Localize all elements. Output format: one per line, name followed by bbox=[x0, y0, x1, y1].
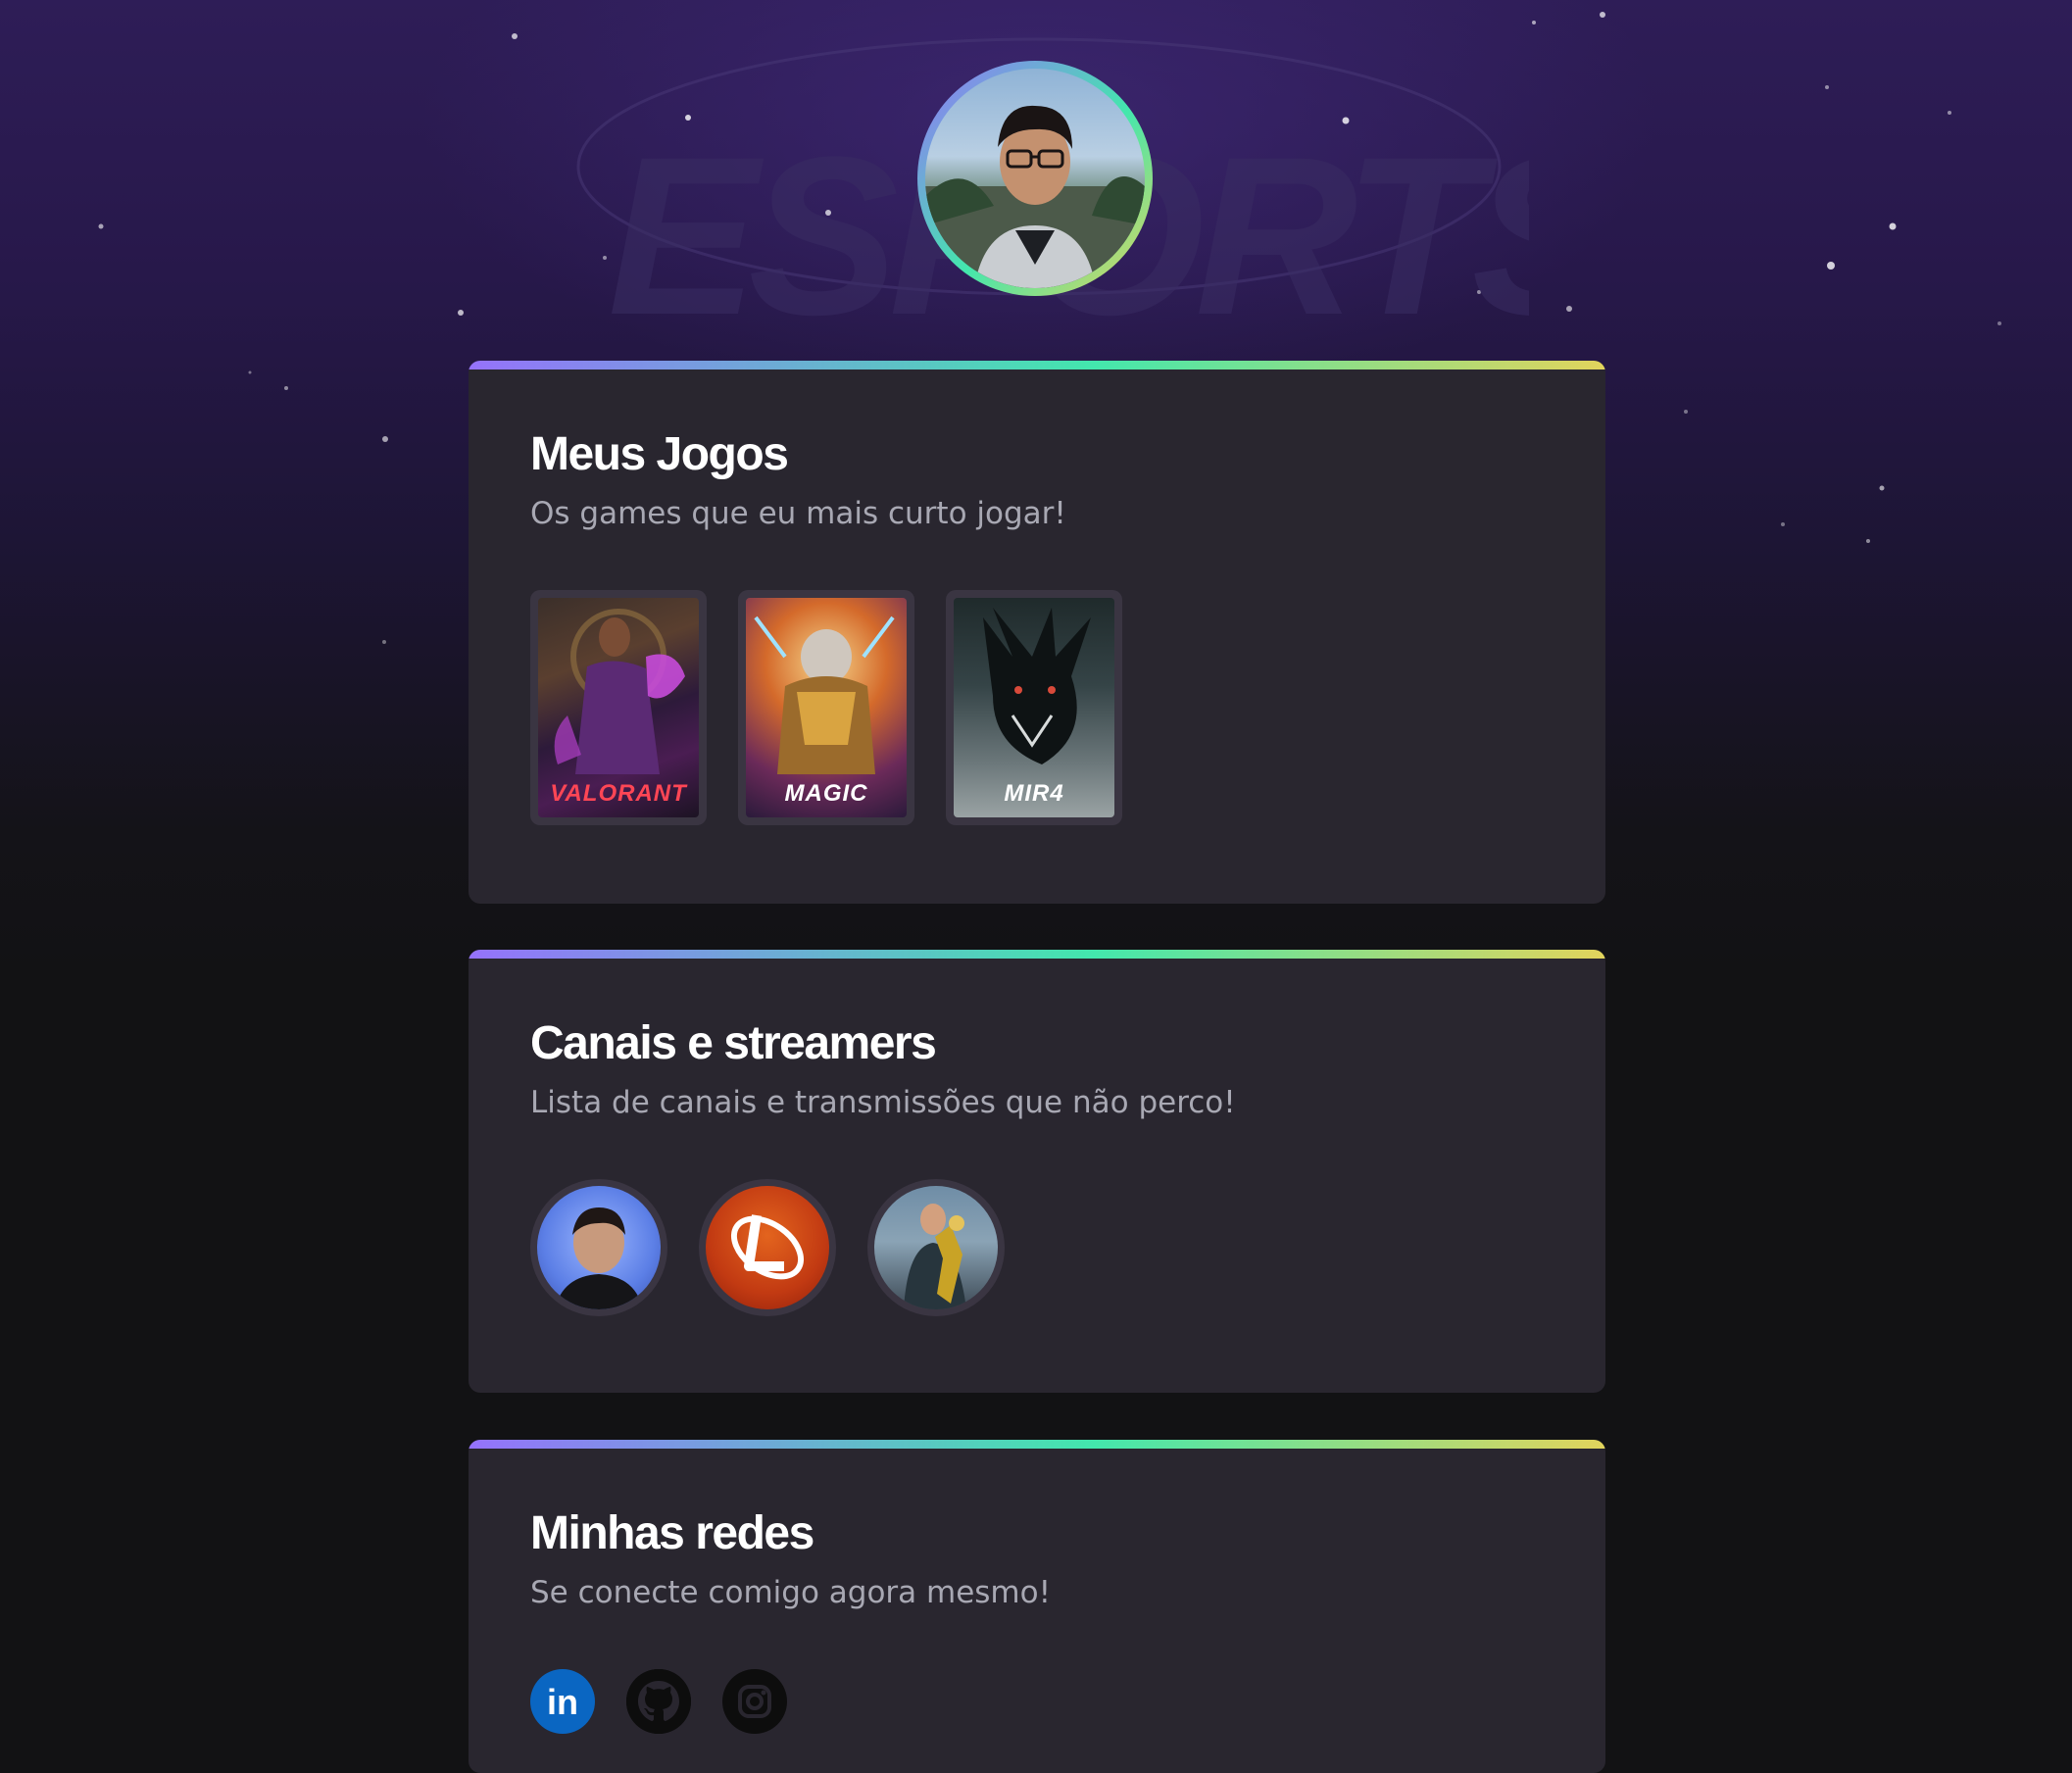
socials-card-subtitle: Se conecte comigo agora mesmo! bbox=[530, 1575, 1052, 1610]
linkedin-icon: in bbox=[547, 1682, 578, 1722]
game-mir4[interactable]: MIR4 bbox=[946, 590, 1122, 825]
github-icon bbox=[626, 1669, 691, 1734]
card-accent-bar bbox=[469, 950, 1605, 959]
streamer-1[interactable] bbox=[530, 1179, 667, 1316]
streamers-card: Canais e streamers Lista de canais e tra… bbox=[469, 950, 1605, 1393]
games-card-subtitle: Os games que eu mais curto jogar! bbox=[530, 496, 1066, 531]
valorant-cover: VALORANT bbox=[538, 598, 699, 817]
magic-the-gathering-cover: MAGIC bbox=[746, 598, 907, 817]
games-card: Meus Jogos Os games que eu mais curto jo… bbox=[469, 361, 1605, 904]
game-magic[interactable]: MAGIC bbox=[738, 590, 914, 825]
game-valorant[interactable]: VALORANT bbox=[530, 590, 707, 825]
streamer-avatar-1 bbox=[537, 1186, 661, 1309]
mir4-cover: MIR4 bbox=[954, 598, 1114, 817]
game-title-magic: MAGIC bbox=[784, 780, 868, 807]
profile-avatar[interactable] bbox=[917, 61, 1153, 296]
profile-photo bbox=[925, 69, 1145, 288]
card-accent-bar bbox=[469, 1440, 1605, 1449]
socials-card: Minhas redes Se conecte comigo agora mes… bbox=[469, 1440, 1605, 1773]
socials-card-title: Minhas redes bbox=[530, 1507, 814, 1559]
github-link[interactable] bbox=[626, 1669, 691, 1734]
linkedin-link[interactable]: in bbox=[530, 1669, 595, 1734]
game-title-valorant: VALORANT bbox=[550, 780, 687, 807]
streamer-3[interactable] bbox=[867, 1179, 1005, 1316]
games-card-title: Meus Jogos bbox=[530, 428, 789, 480]
streamers-card-subtitle: Lista de canais e transmissões que não p… bbox=[530, 1085, 1236, 1120]
instagram-icon bbox=[738, 1685, 771, 1718]
streamer-avatar-2-logo bbox=[706, 1186, 829, 1309]
streamer-avatar-3 bbox=[874, 1186, 998, 1309]
instagram-link[interactable] bbox=[722, 1669, 787, 1734]
card-accent-bar bbox=[469, 361, 1605, 369]
svg-text:in: in bbox=[547, 1682, 578, 1722]
streamers-card-title: Canais e streamers bbox=[530, 1017, 937, 1069]
game-title-mir4: MIR4 bbox=[1004, 780, 1064, 807]
streamer-2[interactable] bbox=[699, 1179, 836, 1316]
